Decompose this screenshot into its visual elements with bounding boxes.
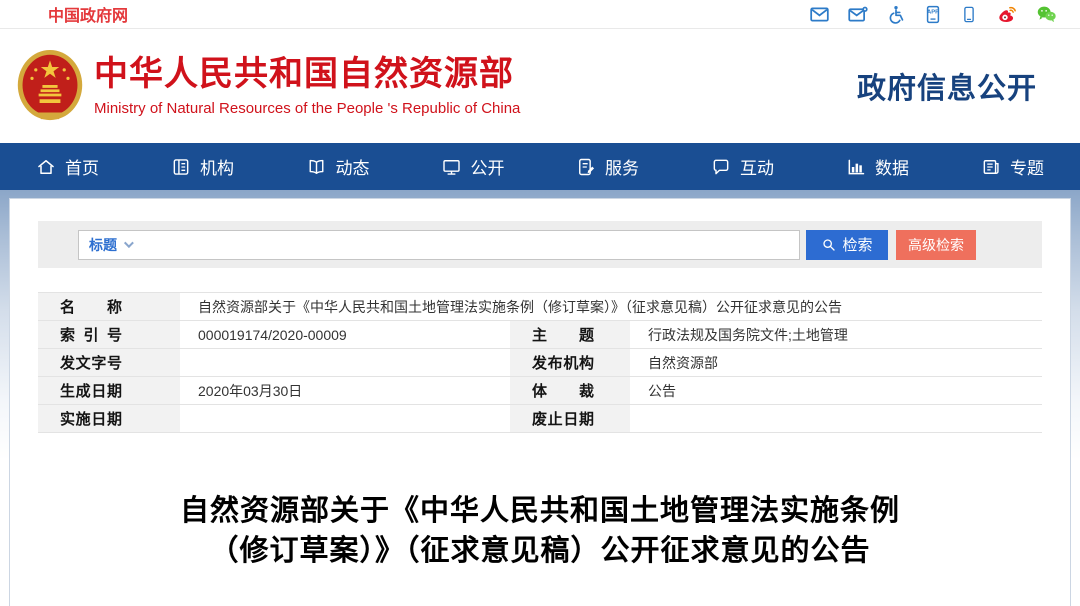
meta-value-issuing-agency: 自然资源部 xyxy=(630,348,1042,377)
home-icon xyxy=(38,159,54,174)
chart-icon xyxy=(848,159,865,174)
page-background: 标题 检索 高级检索 名称 自然资源部关于《中华人民共和国土地管理法实施条例（修… xyxy=(0,190,1080,606)
nav-label: 公开 xyxy=(470,159,505,178)
chevron-down-icon xyxy=(123,238,134,249)
meta-label-index-number: 索引号 xyxy=(38,320,180,349)
content-card: 标题 检索 高级检索 名称 自然资源部关于《中华人民共和国土地管理法实施条例（修… xyxy=(9,198,1071,606)
book-icon xyxy=(309,159,323,174)
meta-label-subject: 主题 xyxy=(510,320,630,349)
search-field-label: 标题 xyxy=(89,236,117,253)
search-input[interactable] xyxy=(139,231,799,258)
meta-label-genre: 体裁 xyxy=(510,376,630,405)
nav-item-disclosure[interactable]: 公开 xyxy=(405,143,540,190)
table-row: 实施日期 废止日期 xyxy=(38,404,1042,433)
advanced-search-button[interactable]: 高级检索 xyxy=(896,229,976,260)
nav-label: 机构 xyxy=(200,159,234,178)
app-icon[interactable]: APP xyxy=(923,4,943,25)
search-button-label: 检索 xyxy=(842,237,873,254)
org-icon xyxy=(173,158,189,175)
nav-label: 数据 xyxy=(875,159,909,178)
meta-value-subject: 行政法规及国务院文件;土地管理 xyxy=(630,320,1042,349)
meta-value-effective-date xyxy=(180,404,510,433)
main-navigation: 首页 机构 动态 公开 服务 互动 数据 专题 xyxy=(0,143,1080,190)
nav-label: 服务 xyxy=(605,159,639,178)
chat-icon xyxy=(713,159,729,174)
weibo-icon[interactable] xyxy=(995,4,1018,25)
search-field-selector[interactable]: 标题 xyxy=(79,235,139,255)
nav-item-data[interactable]: 数据 xyxy=(810,143,945,190)
mobile-icon[interactable] xyxy=(960,4,978,25)
search-bar: 标题 检索 高级检索 xyxy=(38,221,1042,268)
nav-item-news[interactable]: 动态 xyxy=(270,143,405,190)
meta-label-name: 名称 xyxy=(38,292,180,321)
ministry-title: 中华人民共和国自然资源部 xyxy=(94,55,514,94)
search-button[interactable]: 检索 xyxy=(806,229,888,260)
nav-item-services[interactable]: 服务 xyxy=(540,143,675,190)
search-box: 标题 xyxy=(78,229,800,260)
meta-label-repeal-date: 废止日期 xyxy=(510,404,630,433)
site-header: 中华人民共和国自然资源部 Ministry of Natural Resourc… xyxy=(0,29,1080,143)
ministry-title-english: Ministry of Natural Resources of the Peo… xyxy=(94,99,521,117)
document-metadata-table: 名称 自然资源部关于《中华人民共和国土地管理法实施条例（修订草案）》（征求意见稿… xyxy=(38,292,1042,433)
svg-text:APP: APP xyxy=(927,9,939,15)
table-row: 发文字号 发布机构 自然资源部 xyxy=(38,348,1042,377)
nav-item-home[interactable]: 首页 xyxy=(0,143,135,190)
nav-label: 互动 xyxy=(740,159,774,178)
table-row: 索引号 000019174/2020-00009 主题 行政法规及国务院文件;土… xyxy=(38,320,1042,349)
ministry-logo[interactable]: 中华人民共和国自然资源部 Ministry of Natural Resourc… xyxy=(14,46,520,126)
nav-label: 首页 xyxy=(65,159,99,178)
table-row: 名称 自然资源部关于《中华人民共和国土地管理法实施条例（修订草案）》（征求意见稿… xyxy=(38,292,1042,321)
meta-value-index-number: 000019174/2020-00009 xyxy=(180,320,510,349)
table-row: 生成日期 2020年03月30日 体裁 公告 xyxy=(38,376,1042,405)
mail-icon[interactable] xyxy=(809,4,830,25)
meta-value-repeal-date xyxy=(630,404,1042,433)
meta-value-name: 自然资源部关于《中华人民共和国土地管理法实施条例（修订草案）》（征求意见稿）公开… xyxy=(180,292,1042,321)
monitor-icon xyxy=(442,159,460,175)
nav-item-interaction[interactable]: 互动 xyxy=(675,143,810,190)
gov-portal-link[interactable]: 中国政府网 xyxy=(48,2,128,26)
meta-value-genre: 公告 xyxy=(630,376,1042,405)
search-icon xyxy=(823,238,836,251)
meta-value-document-number xyxy=(180,348,510,377)
meta-label-effective-date: 实施日期 xyxy=(38,404,180,433)
wechat-icon[interactable] xyxy=(1035,4,1058,25)
meta-value-creation-date: 2020年03月30日 xyxy=(180,376,510,405)
nav-label: 专题 xyxy=(1010,159,1044,178)
service-icon xyxy=(579,158,595,175)
topbar-icon-group: APP xyxy=(809,4,1058,25)
page-section-title: 政府信息公开 xyxy=(856,73,1037,105)
national-emblem-icon xyxy=(17,50,83,121)
accessibility-icon[interactable] xyxy=(886,4,906,25)
newspaper-icon xyxy=(983,159,999,174)
meta-label-issuing-agency: 发布机构 xyxy=(510,348,630,377)
article-title: 自然资源部关于《中华人民共和国土地管理法实施条例（修订草案）》（征求意见稿）公开… xyxy=(179,495,900,567)
top-utility-bar: 中国政府网 APP xyxy=(0,0,1080,29)
meta-label-creation-date: 生成日期 xyxy=(38,376,180,405)
nav-label: 动态 xyxy=(335,159,370,178)
meta-label-document-number: 发文字号 xyxy=(38,348,180,377)
nav-item-topics[interactable]: 专题 xyxy=(945,143,1080,190)
mail-subscribe-icon[interactable] xyxy=(847,4,869,25)
nav-item-organization[interactable]: 机构 xyxy=(135,143,270,190)
